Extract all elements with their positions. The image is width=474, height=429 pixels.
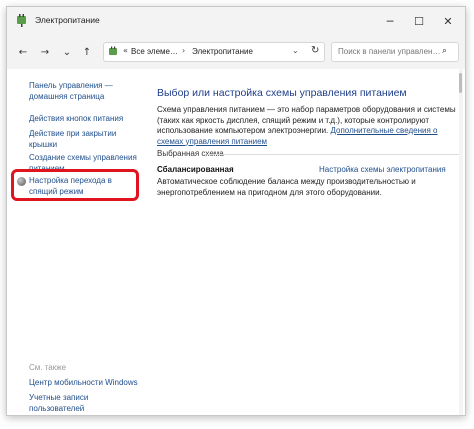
search-box[interactable]: Поиск в панели управлен… ⌕ xyxy=(331,42,459,62)
plan-settings-link[interactable]: Настройка схемы электропитания xyxy=(319,165,446,174)
sleep-moon-icon xyxy=(17,177,26,186)
up-button[interactable]: ↑ xyxy=(79,43,95,61)
breadcrumb-all-items[interactable]: Все элеме… xyxy=(131,47,178,56)
scrollbar-thumb[interactable] xyxy=(459,73,462,93)
page-title: Выбор или настройка схемы управления пит… xyxy=(157,87,407,99)
see-also-label: См. также xyxy=(29,363,67,372)
navigation-toolbar: ← → ⌄ ↑ « Все элеме… › Электропитание ⌄ … xyxy=(7,35,465,70)
title-bar: Электропитание ─ ☐ ✕ xyxy=(7,7,465,35)
section-divider xyxy=(207,154,459,155)
window-title: Электропитание xyxy=(35,15,100,25)
breadcrumb-power-options[interactable]: Электропитание xyxy=(192,47,253,56)
refresh-icon[interactable]: ↻ xyxy=(311,45,319,56)
sidebar-link-control-panel-home[interactable]: Панель управления — домашняя страница xyxy=(29,81,139,102)
power-options-window: Электропитание ─ ☐ ✕ ← → ⌄ ↑ « Все элеме… xyxy=(6,6,466,416)
page-description: Схема управления питанием — это набор па… xyxy=(157,105,463,147)
breadcrumb-separator: › xyxy=(182,46,186,55)
search-input[interactable]: Поиск в панели управлен… xyxy=(338,47,440,56)
address-dropdown-icon[interactable]: ⌄ xyxy=(292,46,299,55)
sidebar-link-lid-close[interactable]: Действие при закрытии крышки xyxy=(29,129,139,150)
close-button[interactable]: ✕ xyxy=(429,7,465,35)
forward-button[interactable]: → xyxy=(37,43,53,61)
address-bar[interactable]: « Все элеме… › Электропитание ⌄ ↻ xyxy=(103,42,325,62)
plan-name: Сбалансированная xyxy=(157,165,234,174)
recent-locations-button[interactable]: ⌄ xyxy=(59,43,75,61)
breadcrumb-overflow[interactable]: « xyxy=(123,46,128,55)
power-plug-icon xyxy=(17,14,26,27)
content-area: Панель управления — домашняя страница Де… xyxy=(7,69,465,415)
sidebar-link-mobility-center[interactable]: Центр мобильности Windows xyxy=(29,378,139,389)
search-icon: ⌕ xyxy=(442,46,448,56)
sidebar-link-sleep-settings[interactable]: Настройка перехода в спящий режим xyxy=(29,176,139,197)
control-panel-icon xyxy=(109,46,117,55)
back-button[interactable]: ← xyxy=(15,43,31,61)
sidebar-link-power-buttons[interactable]: Действия кнопок питания xyxy=(29,114,139,125)
scrollbar-track[interactable] xyxy=(459,69,463,415)
sidebar-link-user-accounts[interactable]: Учетные записи пользователей xyxy=(29,393,139,414)
plan-description: Автоматическое соблюдение баланса между … xyxy=(157,177,416,197)
